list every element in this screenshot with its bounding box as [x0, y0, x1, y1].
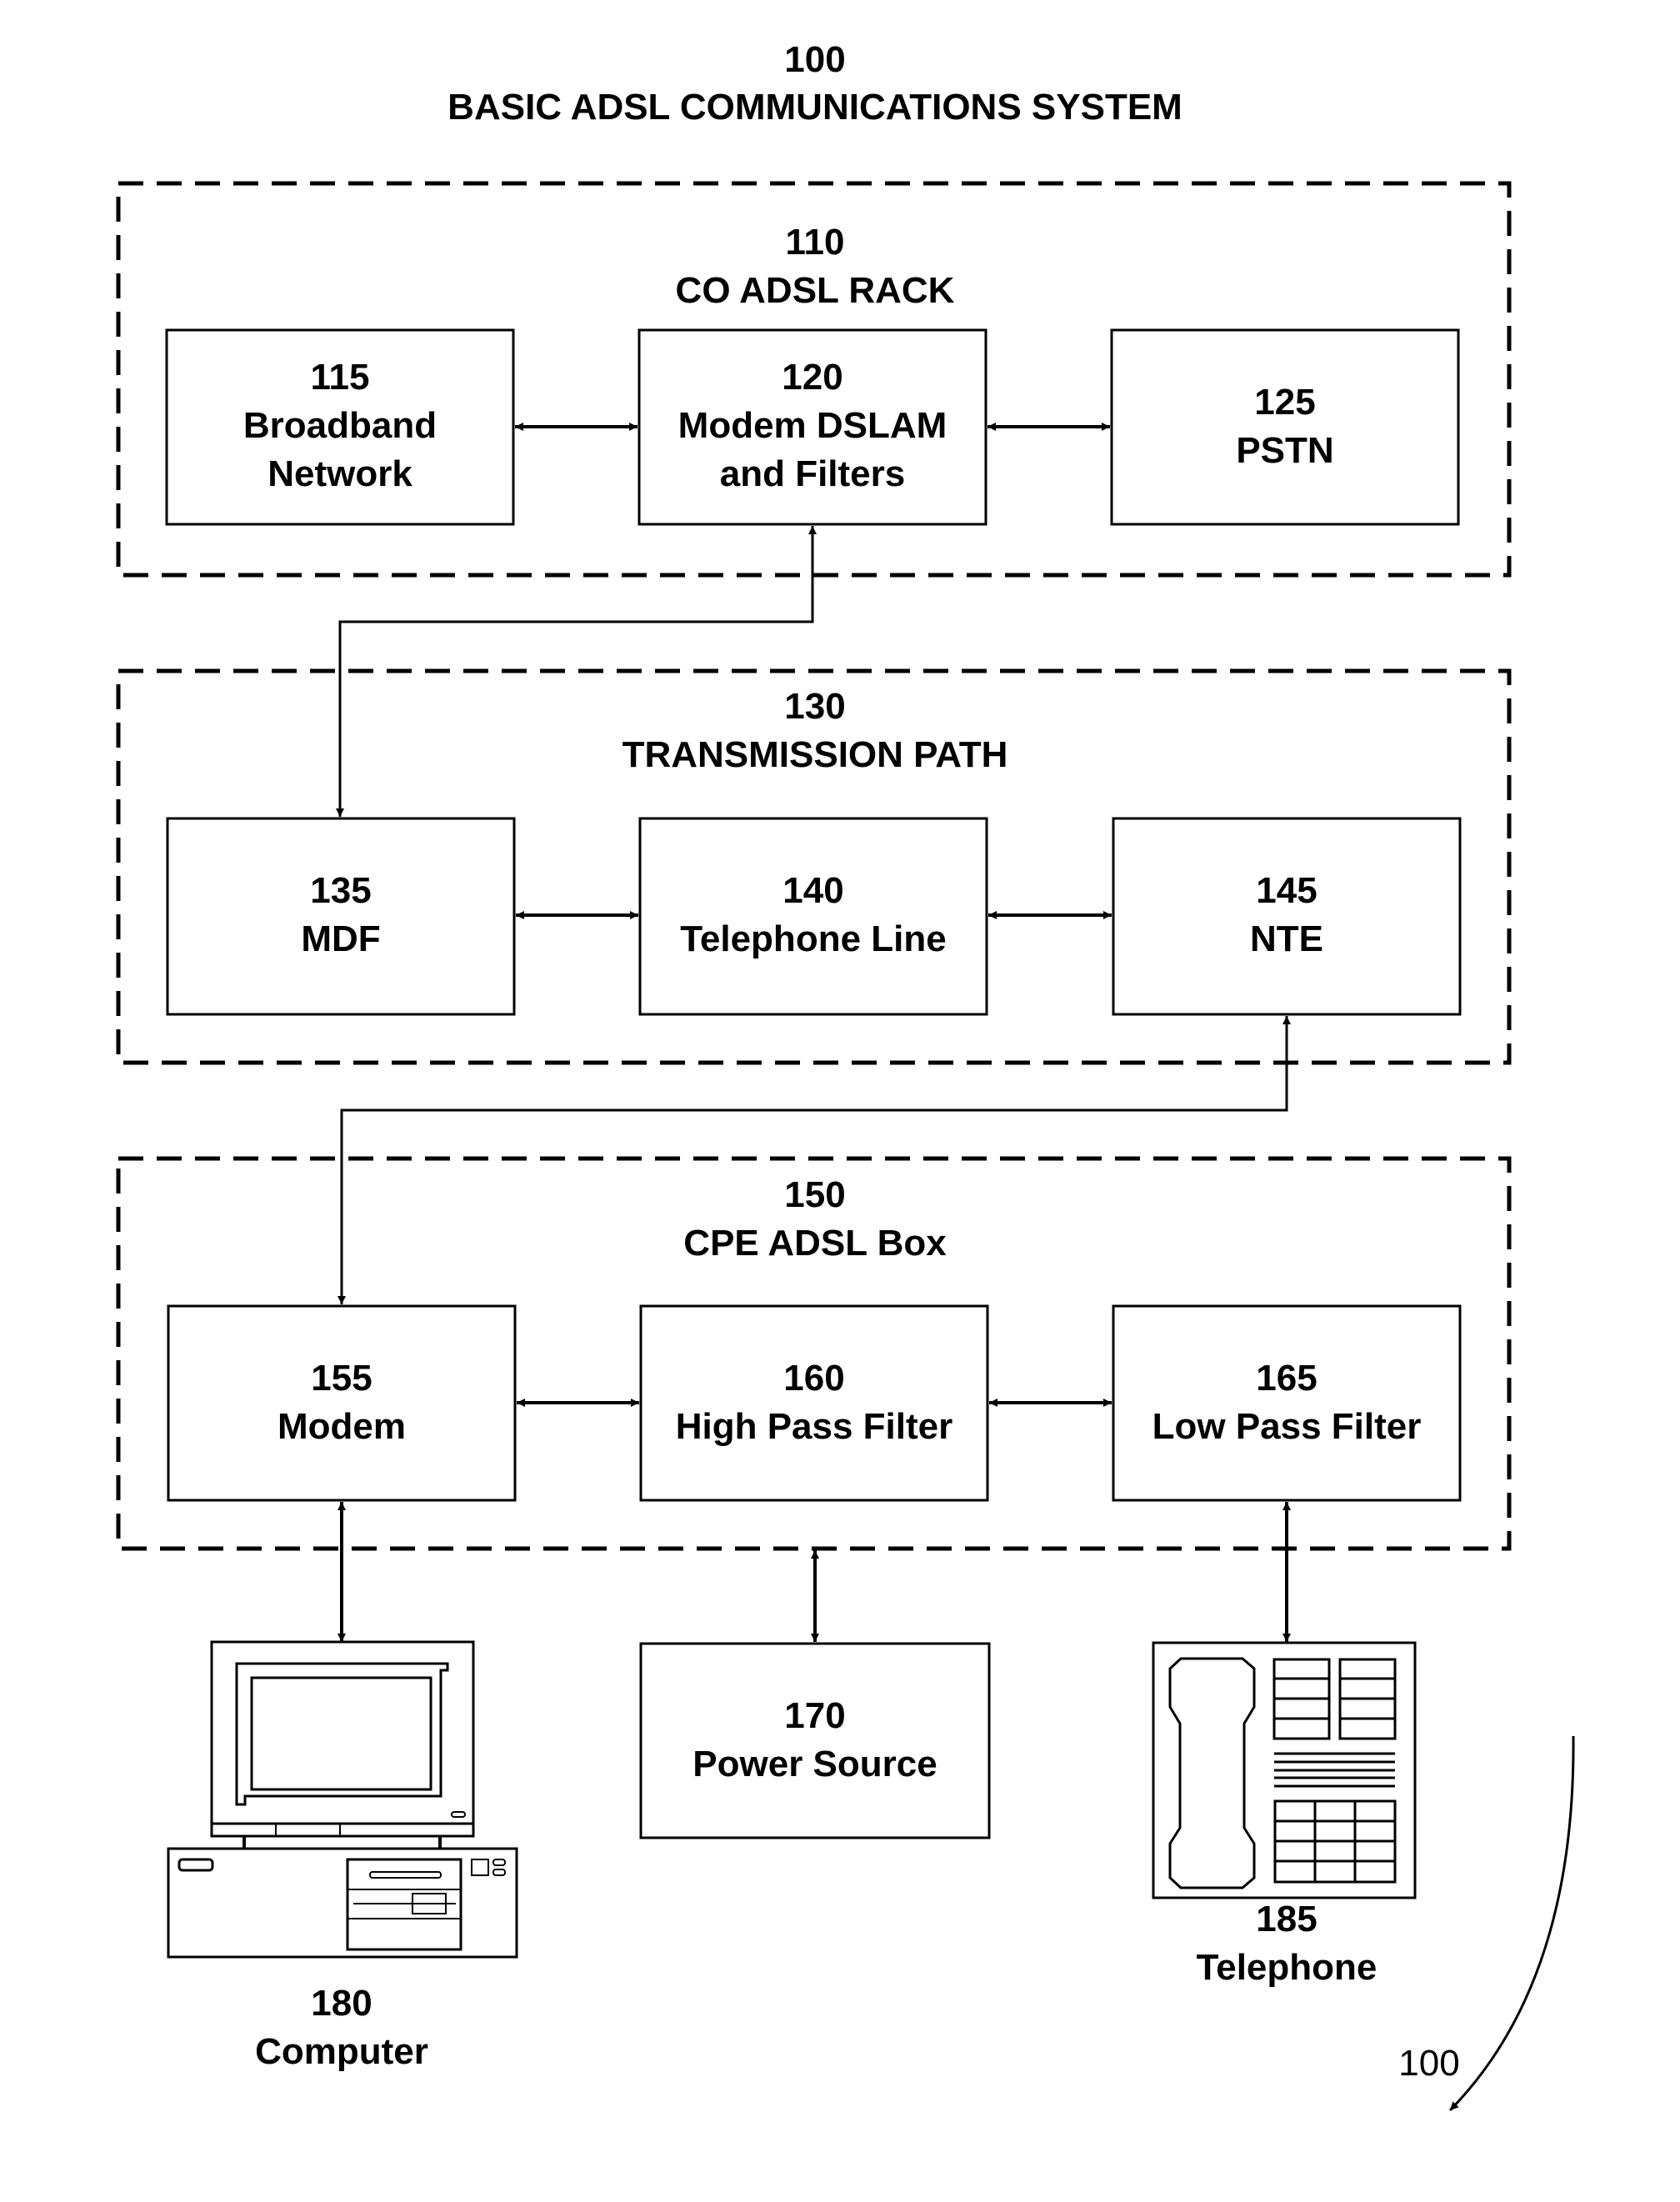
group-number: 110	[786, 222, 845, 263]
block-low-pass-filter[interactable]: 165 Low Pass Filter	[1112, 1304, 1462, 1502]
device-number: 185	[1256, 1899, 1317, 1939]
device-telephone[interactable]: 185 Telephone	[1152, 1641, 1417, 1988]
block-number: 125	[1254, 382, 1315, 423]
block-label: Network	[268, 453, 412, 494]
block-number: 135	[310, 870, 371, 911]
block-border	[166, 817, 516, 1016]
block-high-pass-filter[interactable]: 160 High Pass Filter	[639, 1304, 989, 1502]
block-nte[interactable]: 145 NTE	[1112, 817, 1462, 1016]
block-number: 155	[311, 1358, 372, 1399]
device-label: Computer	[255, 2031, 428, 2072]
figure-reference-arrow	[1448, 1735, 1575, 2112]
block-label: Telephone Line	[680, 918, 946, 959]
block-modem[interactable]: 155 Modem	[167, 1304, 517, 1502]
block-modem-dslam[interactable]: 120 Modem DSLAM and Filters	[638, 328, 988, 526]
block-telephone-line[interactable]: 140 Telephone Line	[638, 817, 988, 1016]
device-number: 180	[311, 1983, 372, 2024]
computer-icon	[167, 1640, 518, 1959]
group-label: CPE ADSL Box	[683, 1223, 947, 1264]
block-label: Power Source	[692, 1744, 937, 1784]
block-label: Low Pass Filter	[1152, 1406, 1422, 1447]
block-label: Broadband	[243, 405, 437, 446]
diagram-canvas: 100 BASIC ADSL COMMUNICATIONS SYSTEM 110…	[116, 39, 1575, 2112]
device-computer[interactable]: 180 Computer	[167, 1640, 518, 2072]
figure-reference: 100	[1398, 1735, 1575, 2112]
block-label: High Pass Filter	[676, 1406, 953, 1447]
block-border	[638, 817, 988, 1016]
block-number: 160	[783, 1358, 844, 1399]
device-label: Telephone	[1197, 1947, 1378, 1988]
block-number: 140	[782, 870, 843, 911]
block-border	[639, 1304, 989, 1502]
block-border	[1110, 328, 1460, 526]
block-border	[167, 1304, 517, 1502]
telephone-icon	[1152, 1641, 1417, 1899]
group-label: TRANSMISSION PATH	[622, 734, 1008, 775]
block-pstn[interactable]: 125 PSTN	[1110, 328, 1460, 526]
block-label: Modem DSLAM	[678, 405, 948, 446]
block-label: MDF	[301, 918, 380, 959]
block-mdf[interactable]: 135 MDF	[166, 817, 516, 1016]
block-border	[639, 1642, 991, 1839]
block-number: 170	[784, 1695, 845, 1736]
group-number: 150	[784, 1174, 845, 1215]
block-label: PSTN	[1236, 430, 1333, 471]
group-label: CO ADSL RACK	[676, 270, 955, 311]
block-power-source[interactable]: 170 Power Source	[639, 1642, 991, 1839]
block-number: 120	[782, 357, 842, 398]
block-label: Modem	[278, 1406, 406, 1447]
block-number: 165	[1256, 1358, 1317, 1399]
figure-reference-number: 100	[1398, 2043, 1459, 2084]
block-border	[1112, 1304, 1462, 1502]
block-number: 145	[1256, 870, 1317, 911]
group-number: 130	[784, 686, 845, 727]
block-broadband-network[interactable]: 115 Broadband Network	[165, 328, 515, 526]
figure-title: BASIC ADSL COMMUNICATIONS SYSTEM	[448, 87, 1182, 128]
block-border	[1112, 817, 1462, 1016]
block-number: 115	[311, 357, 370, 398]
block-label: NTE	[1250, 918, 1323, 959]
figure-number: 100	[784, 39, 845, 80]
block-label: and Filters	[720, 453, 906, 494]
